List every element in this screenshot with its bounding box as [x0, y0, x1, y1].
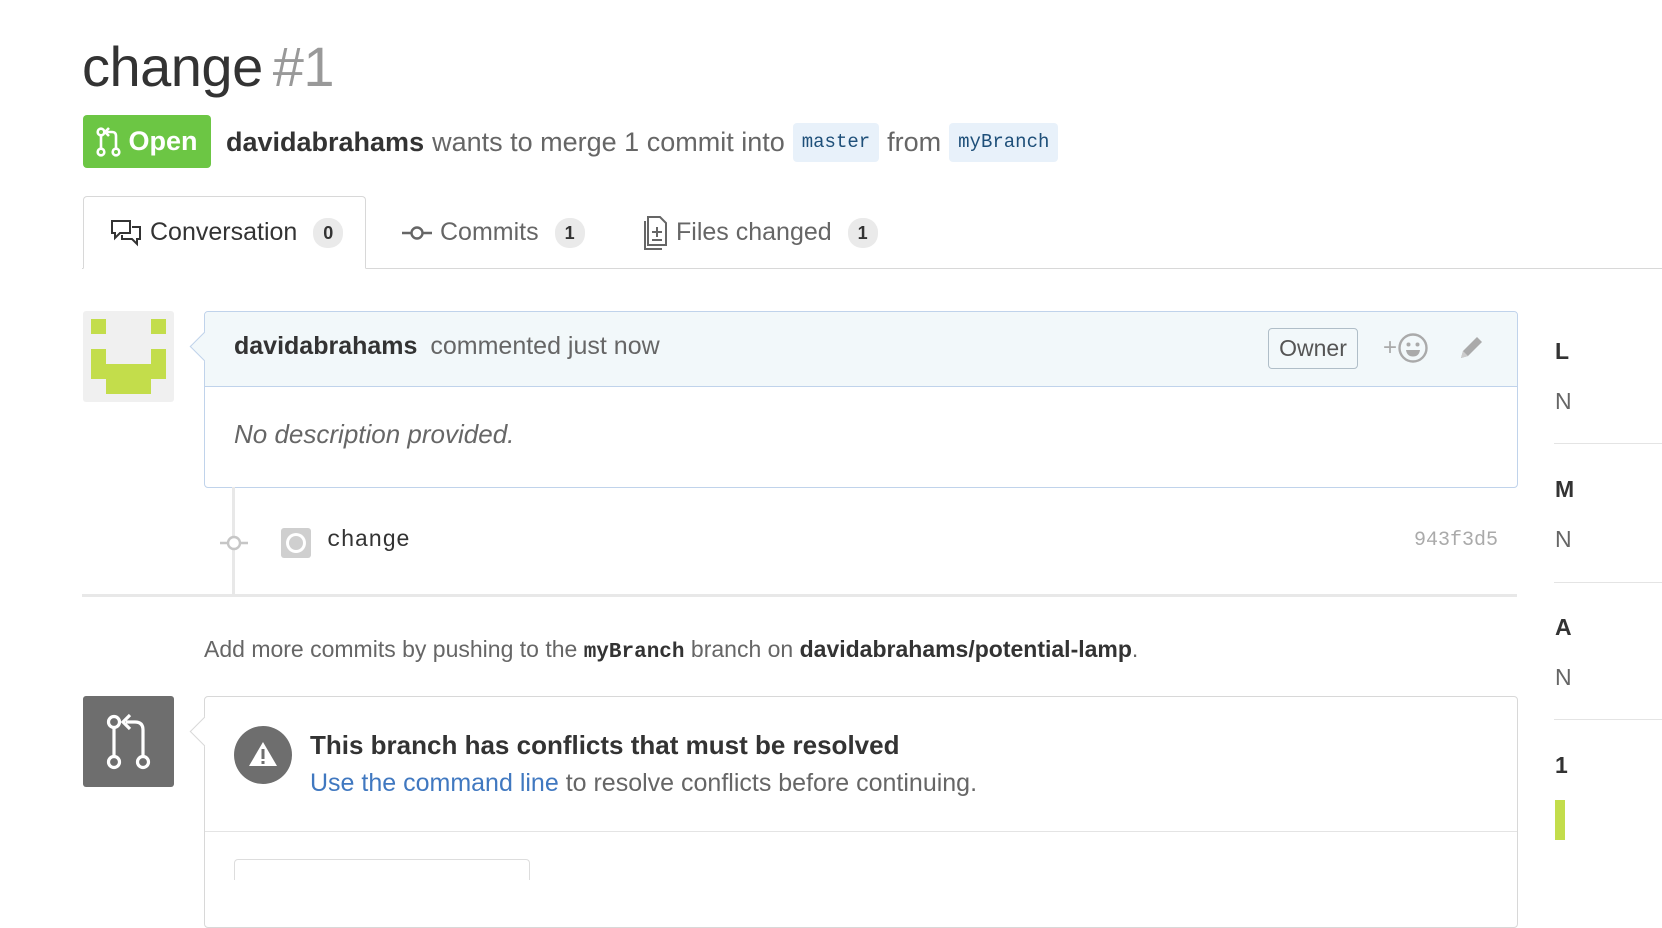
tab-label: Conversation: [150, 218, 298, 246]
sidebar-value: N: [1555, 526, 1572, 552]
merge-status-icon-box: [83, 696, 174, 787]
command-line-link[interactable]: Use the command line: [310, 769, 559, 797]
sidebar-divider: [1554, 582, 1662, 583]
base-branch-tag[interactable]: master: [792, 122, 880, 162]
pr-author-link[interactable]: davidabrahams: [226, 127, 424, 158]
commit-message-link[interactable]: change: [327, 527, 410, 553]
tab-counter: 0: [313, 217, 344, 248]
pr-title: change #1: [82, 34, 335, 100]
sidebar-value: N: [1555, 388, 1572, 414]
octocat-icon: [286, 533, 306, 553]
add-reaction-button[interactable]: +: [1383, 330, 1429, 366]
pull-request-icon: [96, 126, 122, 157]
sidebar-value: N: [1555, 664, 1572, 690]
state-badge: Open: [83, 115, 211, 168]
push-hint-end: .: [1131, 636, 1139, 662]
tab-counter: 1: [554, 217, 585, 248]
avatar[interactable]: [83, 311, 174, 402]
tab-files-changed[interactable]: Files changed 1: [642, 196, 878, 269]
edit-comment-button[interactable]: [1457, 332, 1487, 367]
push-hint-middle: branch on: [690, 636, 794, 662]
pull-request-icon: [106, 713, 151, 770]
sidebar-heading: 1: [1555, 752, 1568, 778]
sidebar-avatar[interactable]: [1555, 800, 1565, 840]
comment-timestamp[interactable]: commented just now: [430, 332, 659, 360]
commit-sha-link[interactable]: 943f3d5: [1414, 529, 1498, 552]
sidebar-heading: A: [1555, 614, 1572, 640]
comment-box: davidabrahams commented just now Owner +…: [189, 311, 1518, 488]
comment-header: davidabrahams commented just now Owner +: [205, 312, 1517, 387]
state-label: Open: [128, 126, 198, 156]
tab-counter: 1: [847, 217, 878, 248]
sidebar-divider: [1554, 443, 1662, 444]
head-branch-tag[interactable]: myBranch: [949, 122, 1059, 162]
pencil-icon: [1461, 337, 1482, 358]
identicon-icon: [91, 319, 166, 394]
sidebar-divider: [1554, 719, 1662, 720]
comment-body: No description provided.: [234, 419, 515, 449]
commit-icon: [402, 225, 432, 240]
commit-author-avatar[interactable]: [281, 528, 311, 558]
timeline-divider: [82, 594, 1517, 597]
merge-text: wants to merge 1 commit into: [432, 126, 785, 157]
owner-badge: Owner: [1268, 328, 1358, 369]
merge-box-pointer: [189, 716, 220, 747]
comment-author-link[interactable]: davidabrahams: [234, 332, 417, 360]
push-hint: Add more commits by pushing to the myBra…: [204, 636, 1138, 664]
alert-icon: [234, 726, 292, 784]
file-diff-icon: [644, 215, 667, 250]
pr-number: #1: [272, 35, 335, 98]
commit-dot-icon: [220, 530, 248, 561]
merge-conflict-subtext: Use the command line to resolve conflict…: [310, 769, 977, 798]
tab-label: Commits: [440, 218, 539, 246]
push-hint-repo: davidabrahams/potential-lamp: [799, 636, 1132, 662]
from-text: from: [887, 126, 942, 157]
conversation-icon: [111, 219, 141, 246]
tab-conversation[interactable]: Conversation 0: [83, 196, 366, 269]
push-hint-branch: myBranch: [583, 641, 685, 664]
merge-status-box: This branch has conflicts that must be r…: [189, 696, 1518, 928]
push-hint-text: Add more commits by pushing to the: [204, 636, 578, 662]
tab-label: Files changed: [676, 218, 832, 246]
merge-divider: [205, 831, 1517, 832]
pr-meta-line: davidabrahams wants to merge 1 commit in…: [226, 122, 1066, 162]
sidebar-heading: L: [1555, 338, 1570, 364]
tab-commits[interactable]: Commits 1: [402, 196, 585, 269]
plus-label: +: [1383, 334, 1398, 361]
sidebar-heading: M: [1555, 476, 1575, 502]
merge-conflict-help: to resolve conflicts before continuing.: [565, 769, 978, 797]
merge-button[interactable]: [234, 859, 530, 880]
smiley-icon: [1398, 333, 1428, 363]
merge-conflict-title: This branch has conflicts that must be r…: [310, 730, 900, 760]
pr-title-text: change: [82, 35, 263, 98]
comment-meta: davidabrahams commented just now: [234, 332, 660, 361]
